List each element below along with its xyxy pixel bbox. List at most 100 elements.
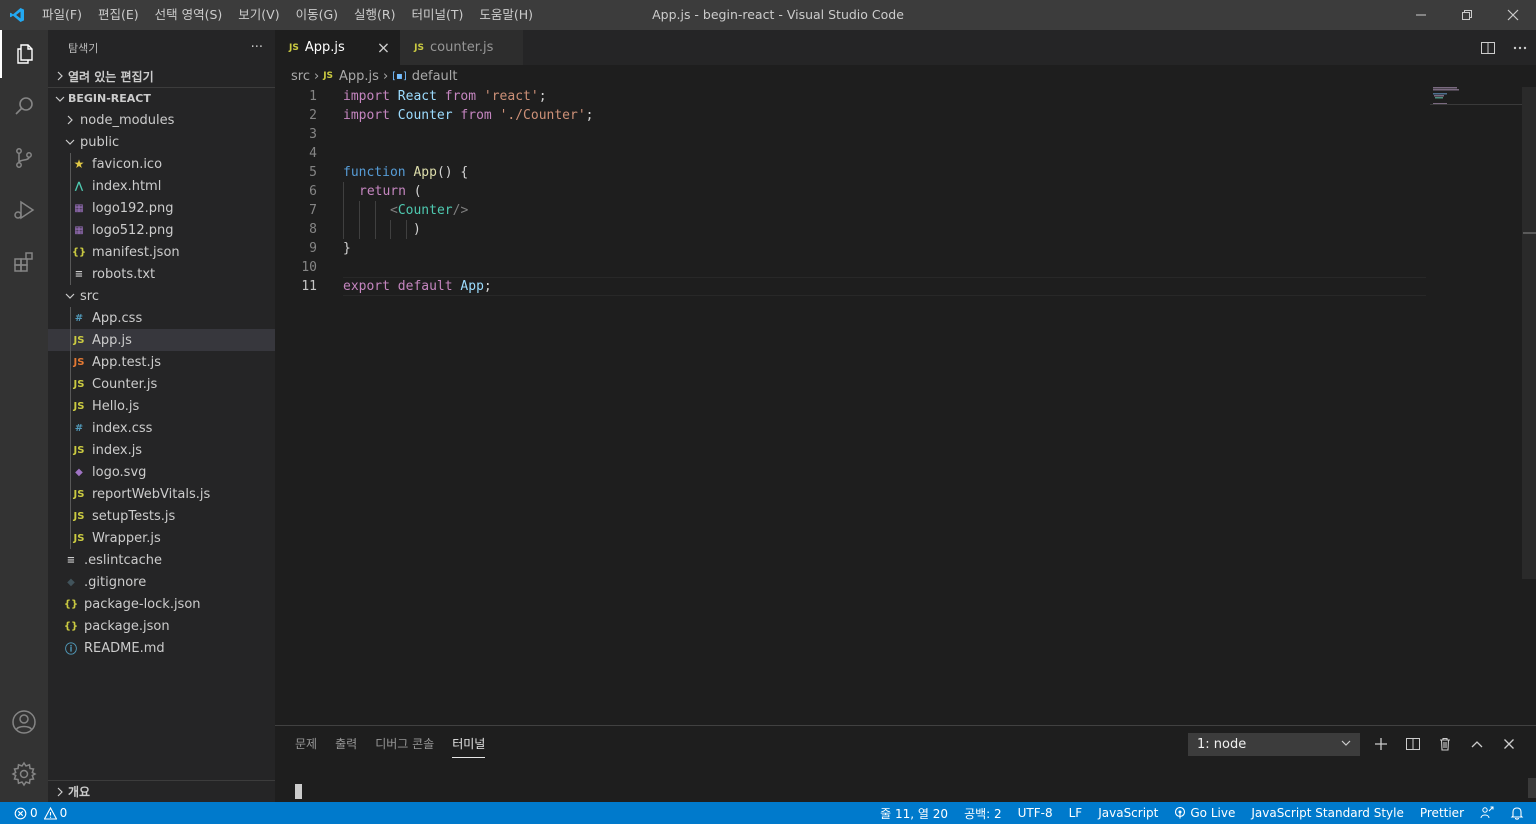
js-file-icon: JS: [289, 42, 299, 53]
indentation[interactable]: 공백: 2: [956, 805, 1010, 822]
tab-problems[interactable]: 문제: [295, 726, 317, 762]
panel-scrollbar[interactable]: [1528, 778, 1536, 798]
terminal-select[interactable]: 1: node: [1188, 733, 1360, 756]
code-line-7: <Counter/>: [390, 203, 469, 218]
indent-guide: [70, 483, 71, 505]
settings-gear-icon[interactable]: [0, 750, 48, 798]
tree-item-label: robots.txt: [92, 266, 156, 282]
accounts-icon[interactable]: [0, 698, 48, 746]
tree-item-wrapper-js[interactable]: JS Wrapper.js: [48, 527, 275, 549]
code-editor[interactable]: 1 2 3 4 5 6 7 8 9 10 11 import React from 'react';…: [275, 87, 1426, 725]
indent-guide: [70, 329, 71, 351]
restore-button[interactable]: [1444, 0, 1490, 30]
tree-item-label: reportWebVitals.js: [92, 486, 211, 502]
tree-item-favicon-ico[interactable]: ★ favicon.ico: [48, 153, 275, 175]
more-actions-icon[interactable]: ···: [251, 40, 263, 55]
tab-terminal[interactable]: 터미널: [452, 726, 486, 762]
chevron-right-icon: [52, 71, 68, 81]
tree-item-readme-md[interactable]: ⓘ README.md: [48, 637, 275, 659]
tree-item-index-js[interactable]: JS index.js: [48, 439, 275, 461]
tree-item-label: Counter.js: [92, 376, 158, 392]
outline-section[interactable]: 개요: [48, 780, 275, 802]
run-debug-icon[interactable]: [0, 186, 48, 234]
tree-item-logo192-png[interactable]: ▦ logo192.png: [48, 197, 275, 219]
tab-debug-console[interactable]: 디버그 콘솔: [375, 726, 434, 762]
close-tab-icon[interactable]: ×: [377, 38, 390, 57]
cursor-position[interactable]: 줄 11, 열 20: [872, 805, 956, 822]
tree-item-package-json[interactable]: {} package.json: [48, 615, 275, 637]
tree-item-index-css[interactable]: # index.css: [48, 417, 275, 439]
open-editors-section[interactable]: 열려 있는 편집기: [48, 65, 275, 87]
split-terminal-icon[interactable]: [1397, 730, 1429, 758]
minimize-button[interactable]: [1398, 0, 1444, 30]
indent-guide: [70, 351, 71, 373]
maximize-panel-icon[interactable]: [1461, 730, 1493, 758]
errors-status[interactable]: 0: [14, 806, 41, 820]
indent-guide: [70, 373, 71, 395]
breadcrumb-folder[interactable]: src: [291, 69, 310, 84]
indent-guide: [343, 182, 344, 239]
vertical-scrollbar[interactable]: [1522, 87, 1536, 725]
menu-file[interactable]: 파일(F): [34, 0, 90, 30]
menu-view[interactable]: 보기(V): [230, 0, 287, 30]
menu-edit[interactable]: 편집(E): [90, 0, 147, 30]
explorer-icon[interactable]: [0, 30, 48, 78]
tree-item-logo512-png[interactable]: ▦ logo512.png: [48, 219, 275, 241]
trash-icon[interactable]: [1429, 730, 1461, 758]
tab-app-js[interactable]: JS App.js ×: [275, 30, 401, 65]
menu-selection[interactable]: 선택 영역(S): [147, 0, 231, 30]
menu-go[interactable]: 이동(G): [288, 0, 346, 30]
tree-item-package-lock-json[interactable]: {} package-lock.json: [48, 593, 275, 615]
css-file-icon: #: [74, 422, 84, 434]
tree-item-app-test-js[interactable]: JS App.test.js: [48, 351, 275, 373]
menu-help[interactable]: 도움말(H): [471, 0, 541, 30]
tree-item-app-js[interactable]: JS App.js: [48, 329, 275, 351]
new-terminal-icon[interactable]: [1365, 730, 1397, 758]
tree-item-logo-svg[interactable]: ◆ logo.svg: [48, 461, 275, 483]
tree-item-manifest-json[interactable]: {} manifest.json: [48, 241, 275, 263]
image-file-icon: ▦: [74, 202, 84, 214]
linter-status[interactable]: JavaScript Standard Style: [1243, 806, 1412, 820]
tree-item-app-css[interactable]: # App.css: [48, 307, 275, 329]
more-editor-actions-icon[interactable]: [1504, 30, 1536, 65]
go-live-button[interactable]: Go Live: [1166, 806, 1243, 820]
chevron-right-icon: [52, 787, 68, 797]
js-file-icon: JS: [73, 334, 85, 346]
tree-item-robots-txt[interactable]: ≡ robots.txt: [48, 263, 275, 285]
tree-item-index-html[interactable]: ⋀ index.html: [48, 175, 275, 197]
tab-counter-js[interactable]: JS counter.js: [400, 30, 524, 65]
breadcrumb-symbol[interactable]: default: [412, 69, 458, 84]
search-icon[interactable]: [0, 82, 48, 130]
tree-item-setuptests-js[interactable]: JS setupTests.js: [48, 505, 275, 527]
tree-item-gitignore[interactable]: ◆ .gitignore: [48, 571, 275, 593]
encoding[interactable]: UTF-8: [1010, 806, 1061, 820]
split-editor-icon[interactable]: [1472, 30, 1504, 65]
tree-item-hello-js[interactable]: JS Hello.js: [48, 395, 275, 417]
close-panel-icon[interactable]: [1493, 730, 1525, 758]
tab-output[interactable]: 출력: [335, 726, 357, 762]
close-window-button[interactable]: [1490, 0, 1536, 30]
minimap[interactable]: [1430, 87, 1522, 105]
warnings-status[interactable]: 0: [41, 806, 71, 820]
notifications-bell-icon[interactable]: [1502, 806, 1536, 820]
menu-run[interactable]: 실행(R): [346, 0, 403, 30]
tree-item-src[interactable]: src: [48, 285, 275, 307]
project-section[interactable]: BEGIN-REACT: [48, 87, 275, 109]
breadcrumb-file[interactable]: App.js: [339, 69, 379, 84]
end-of-line[interactable]: LF: [1061, 806, 1091, 820]
tree-item-eslintcache[interactable]: ≡ .eslintcache: [48, 549, 275, 571]
tree-item-public[interactable]: public: [48, 131, 275, 153]
feedback-icon[interactable]: [1472, 806, 1502, 820]
tree-item-counter-js[interactable]: JS Counter.js: [48, 373, 275, 395]
source-control-icon[interactable]: [0, 134, 48, 182]
git-file-icon: ◆: [67, 576, 75, 588]
tree-item-node-modules[interactable]: node_modules: [48, 109, 275, 131]
tree-item-label: logo.svg: [92, 464, 147, 480]
tree-item-label: index.js: [92, 442, 143, 458]
extensions-icon[interactable]: [0, 238, 48, 286]
prettier-status[interactable]: Prettier: [1412, 806, 1472, 820]
tree-item-reportwebvitals-js[interactable]: JS reportWebVitals.js: [48, 483, 275, 505]
menu-terminal[interactable]: 터미널(T): [404, 0, 472, 30]
language-mode[interactable]: JavaScript: [1090, 806, 1166, 820]
tree-item-label: Wrapper.js: [92, 530, 161, 546]
